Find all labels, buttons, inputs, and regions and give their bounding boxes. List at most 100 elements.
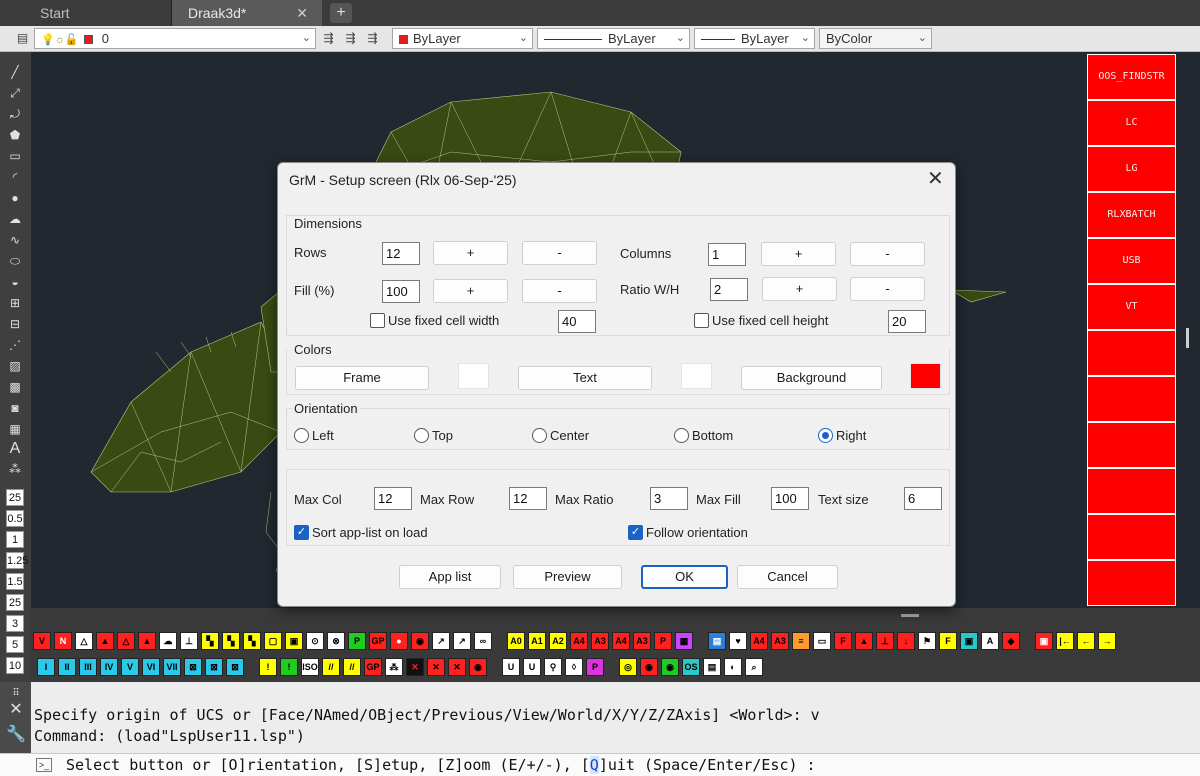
custom-tool-button[interactable]: ⊗	[327, 632, 345, 650]
columns-minus-button[interactable]: -	[850, 242, 925, 266]
max-ratio-field[interactable]: 3	[650, 487, 688, 510]
polygon-icon[interactable]: ⬟	[6, 127, 24, 144]
custom-tool-button[interactable]: ⌕	[745, 658, 763, 676]
custom-tool-button[interactable]: ▣	[285, 632, 303, 650]
insert-block-icon[interactable]: ⊞	[6, 295, 24, 312]
custom-tool-button[interactable]: ◉	[661, 658, 679, 676]
custom-tool-button[interactable]: II	[58, 658, 76, 676]
custom-tool-button[interactable]: IV	[100, 658, 118, 676]
custom-tool-button[interactable]: ▭	[813, 632, 831, 650]
plotstyle-combo[interactable]: ByColor ⌄	[819, 28, 932, 49]
custom-tool-button[interactable]: ◎	[619, 658, 637, 676]
custom-tool-button[interactable]: ●	[390, 632, 408, 650]
scale-button-7[interactable]: 3	[6, 615, 24, 632]
layer-properties-icon[interactable]: ▤	[14, 30, 31, 47]
previous-layer-icon[interactable]: ⇶	[364, 30, 381, 47]
custom-tool-button[interactable]: A3	[591, 632, 609, 650]
polyline-icon[interactable]: ⤾	[6, 106, 24, 123]
fixed-height-checkbox[interactable]	[694, 313, 709, 328]
panel-resize-grip[interactable]	[901, 614, 919, 617]
gradient-icon[interactable]: ▩	[6, 379, 24, 396]
rows-minus-button[interactable]: -	[522, 241, 597, 265]
grm-button-usb[interactable]: USB	[1087, 238, 1176, 284]
custom-tool-button[interactable]: ↓	[897, 632, 915, 650]
columns-field[interactable]: 1	[708, 243, 746, 266]
command-prompt[interactable]: >_ Select button or [O]rientation, [S]et…	[0, 753, 1200, 776]
custom-tool-button[interactable]: ⚑	[918, 632, 936, 650]
custom-tool-button[interactable]: //	[343, 658, 361, 676]
grm-button-vt[interactable]: VT	[1087, 284, 1176, 330]
scale-button-9[interactable]: 10	[6, 657, 24, 674]
ratio-plus-button[interactable]: +	[762, 277, 837, 301]
grm-button-lg[interactable]: LG	[1087, 146, 1176, 192]
custom-tool-button[interactable]: VII	[163, 658, 181, 676]
custom-tool-button[interactable]: ≡	[792, 632, 810, 650]
custom-tool-button[interactable]: P	[654, 632, 672, 650]
custom-tool-button[interactable]: ◆	[1002, 632, 1020, 650]
orientation-right-radio[interactable]	[818, 428, 833, 443]
custom-tool-button[interactable]: A1	[528, 632, 546, 650]
grm-button-rlxbatch[interactable]: RLXBATCH	[1087, 192, 1176, 238]
custom-tool-button[interactable]: GP	[364, 658, 382, 676]
ok-button[interactable]: OK	[641, 565, 728, 589]
custom-tool-button[interactable]: U	[502, 658, 520, 676]
fill-field[interactable]: 100	[382, 280, 420, 303]
app-list-button[interactable]: App list	[399, 565, 501, 589]
custom-tool-button[interactable]: ∞	[474, 632, 492, 650]
region-icon[interactable]: ◙	[6, 400, 24, 417]
custom-tool-button[interactable]: A2	[549, 632, 567, 650]
hatch-icon[interactable]: ▨	[6, 358, 24, 375]
layer-combo[interactable]: 💡☼🔓 0 ⌄	[34, 28, 316, 49]
custom-tool-button[interactable]: ⊙	[306, 632, 324, 650]
max-row-field[interactable]: 12	[509, 487, 547, 510]
new-tab-button[interactable]: +	[330, 3, 352, 23]
custom-tool-button[interactable]: GP	[369, 632, 387, 650]
custom-tool-button[interactable]: F	[939, 632, 957, 650]
construction-line-icon[interactable]: ⤢	[6, 85, 24, 102]
custom-tool-button[interactable]: ♥	[729, 632, 747, 650]
match-layer-icon[interactable]: ⇶	[342, 30, 359, 47]
custom-tool-button[interactable]: A0	[507, 632, 525, 650]
custom-tool-button[interactable]: ISO	[301, 658, 319, 676]
max-fill-field[interactable]: 100	[771, 487, 809, 510]
custom-tool-button[interactable]: ↗	[453, 632, 471, 650]
orientation-top-radio[interactable]	[414, 428, 429, 443]
lineweight-combo[interactable]: ByLayer ⌄	[694, 28, 815, 49]
grm-button-empty[interactable]	[1087, 422, 1176, 468]
close-icon[interactable]: ✕	[927, 169, 944, 189]
ratio-field[interactable]: 2	[710, 278, 748, 301]
custom-tool-button[interactable]: A4	[570, 632, 588, 650]
custom-tool-button[interactable]: U	[523, 658, 541, 676]
fixed-width-checkbox[interactable]	[370, 313, 385, 328]
custom-tool-button[interactable]: ⊥	[876, 632, 894, 650]
custom-tool-button[interactable]: ▲	[855, 632, 873, 650]
custom-tool-button[interactable]: ▚	[201, 632, 219, 650]
add-selected-icon[interactable]: ⁂	[6, 461, 24, 478]
custom-tool-button[interactable]: ☁	[159, 632, 177, 650]
custom-tool-button[interactable]: ▣	[1035, 632, 1053, 650]
columns-plus-button[interactable]: +	[761, 242, 836, 266]
custom-tool-button[interactable]: ▤	[708, 632, 726, 650]
follow-orientation-checkbox[interactable]: ✓	[628, 525, 643, 540]
custom-tool-button[interactable]: //	[322, 658, 340, 676]
orientation-center-radio[interactable]	[532, 428, 547, 443]
custom-tool-button[interactable]: P	[586, 658, 604, 676]
custom-tool-button[interactable]: ⚲	[544, 658, 562, 676]
custom-tool-button[interactable]: ✕	[406, 658, 424, 676]
custom-tool-button[interactable]: ▣	[960, 632, 978, 650]
custom-tool-button[interactable]: ▲	[138, 632, 156, 650]
custom-tool-button[interactable]: |←	[1056, 632, 1074, 650]
fixed-height-field[interactable]: 20	[888, 310, 926, 333]
point-icon[interactable]: ⋰	[6, 337, 24, 354]
custom-tool-button[interactable]: A4	[612, 632, 630, 650]
grm-button-empty[interactable]	[1087, 560, 1176, 606]
custom-tool-button[interactable]: ▚	[222, 632, 240, 650]
custom-tool-button[interactable]: V	[33, 632, 51, 650]
custom-tool-button[interactable]: V	[121, 658, 139, 676]
revision-cloud-icon[interactable]: ☁	[6, 211, 24, 228]
fill-minus-button[interactable]: -	[522, 279, 597, 303]
fill-plus-button[interactable]: +	[433, 279, 508, 303]
custom-tool-button[interactable]: ⁂	[385, 658, 403, 676]
orientation-bottom-radio[interactable]	[674, 428, 689, 443]
cancel-button[interactable]: Cancel	[737, 565, 838, 589]
